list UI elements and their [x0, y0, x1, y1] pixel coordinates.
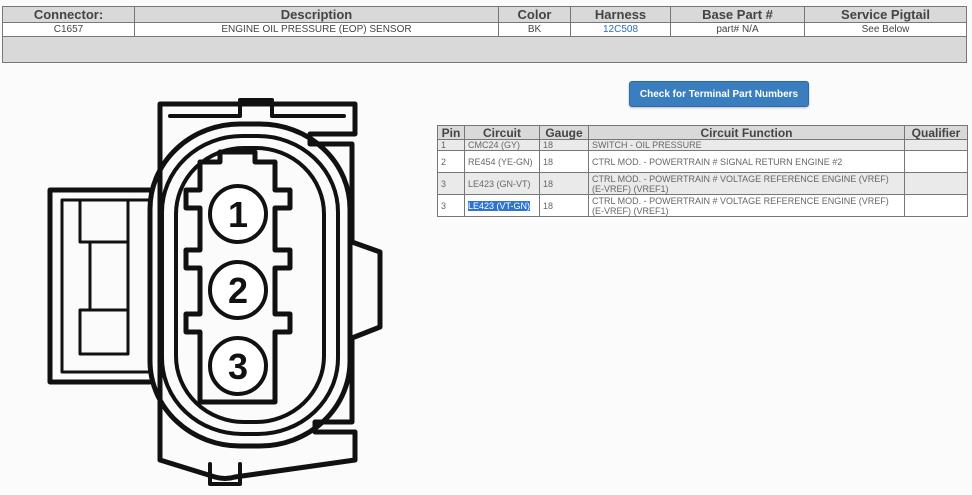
- pin-row: 3 LE423 (GN-VT) 18 CTRL MOD. - POWERTRAI…: [437, 172, 968, 195]
- connector-base-part: part# N/A: [670, 22, 805, 37]
- pin-number: 3: [437, 194, 465, 217]
- header-connector: Connector:: [2, 6, 135, 23]
- connector-row: C1657 ENGINE OIL PRESSURE (EOP) SENSOR B…: [2, 22, 967, 37]
- pin-qualifier: [904, 139, 968, 151]
- connector-description: ENGINE OIL PRESSURE (EOP) SENSOR: [134, 22, 499, 37]
- latch-rib: [88, 240, 130, 312]
- pin-1-label: 1: [228, 194, 248, 235]
- pin-circuit-cell: LE423 (VT-GN): [464, 194, 540, 217]
- header-qualifier: Qualifier: [904, 125, 968, 140]
- pin-3-label: 3: [228, 346, 248, 387]
- header-circuit-function: Circuit Function: [588, 125, 905, 140]
- pin-gauge: 18: [539, 139, 589, 151]
- connector-harness-cell: 12C508: [570, 22, 671, 37]
- latch-tab-bottom: [78, 308, 130, 356]
- header-gauge: Gauge: [539, 125, 589, 140]
- header-base-part: Base Part #: [670, 6, 805, 23]
- pin-row: 1 CMC24 (GY) 18 SWITCH - OIL PRESSURE: [437, 139, 968, 151]
- pin-qualifier: [904, 150, 968, 173]
- connector-color: BK: [498, 22, 571, 37]
- pin-table: Pin Circuit Gauge Circuit Function Quali…: [437, 125, 968, 217]
- connector-table: Connector: Description Color Harness Bas…: [2, 6, 967, 37]
- pin-circuit: RE454 (YE-GN): [464, 150, 540, 173]
- pin-number: 2: [437, 150, 465, 173]
- pin-circuit-selected-text[interactable]: LE423 (VT-GN): [468, 200, 531, 211]
- pin-number: 3: [437, 172, 465, 195]
- pin-qualifier: [904, 172, 968, 195]
- pin-function: SWITCH - OIL PRESSURE: [588, 139, 905, 151]
- pin-row: 3 LE423 (VT-GN) 18 CTRL MOD. - POWERTRAI…: [437, 194, 968, 217]
- header-circuit: Circuit: [464, 125, 540, 140]
- info-bar: [2, 36, 967, 63]
- pin-circuit: LE423 (GN-VT): [464, 172, 540, 195]
- pin-2-label: 2: [228, 270, 248, 311]
- harness-link[interactable]: 12C508: [603, 24, 638, 35]
- pin-qualifier: [904, 194, 968, 217]
- header-color: Color: [498, 6, 571, 23]
- pin-gauge: 18: [539, 194, 589, 217]
- pin-gauge: 18: [539, 150, 589, 173]
- pin-table-header: Pin Circuit Gauge Circuit Function Quali…: [437, 125, 968, 140]
- check-terminal-part-numbers-button[interactable]: Check for Terminal Part Numbers: [629, 81, 809, 107]
- pin-function: CTRL MOD. - POWERTRAIN # VOLTAGE REFEREN…: [588, 194, 905, 217]
- connector-face-diagram: 1 2 3: [47, 98, 383, 486]
- pin-function: CTRL MOD. - POWERTRAIN # SIGNAL RETURN E…: [588, 150, 905, 173]
- pin-circuit: CMC24 (GY): [464, 139, 540, 151]
- connector-id: C1657: [2, 22, 135, 37]
- header-service-pigtail: Service Pigtail: [804, 6, 967, 23]
- pin-function: CTRL MOD. - POWERTRAIN # VOLTAGE REFEREN…: [588, 172, 905, 195]
- header-pin: Pin: [437, 125, 465, 140]
- connector-latch-inner: [60, 198, 152, 374]
- connector-service-pigtail: See Below: [804, 22, 967, 37]
- pin-row: 2 RE454 (YE-GN) 18 CTRL MOD. - POWERTRAI…: [437, 150, 968, 173]
- header-description: Description: [134, 6, 499, 23]
- pin-gauge: 18: [539, 172, 589, 195]
- pin-number: 1: [437, 139, 465, 151]
- connector-table-header: Connector: Description Color Harness Bas…: [2, 6, 967, 23]
- header-harness: Harness: [570, 6, 671, 23]
- latch-tab-top: [78, 198, 130, 244]
